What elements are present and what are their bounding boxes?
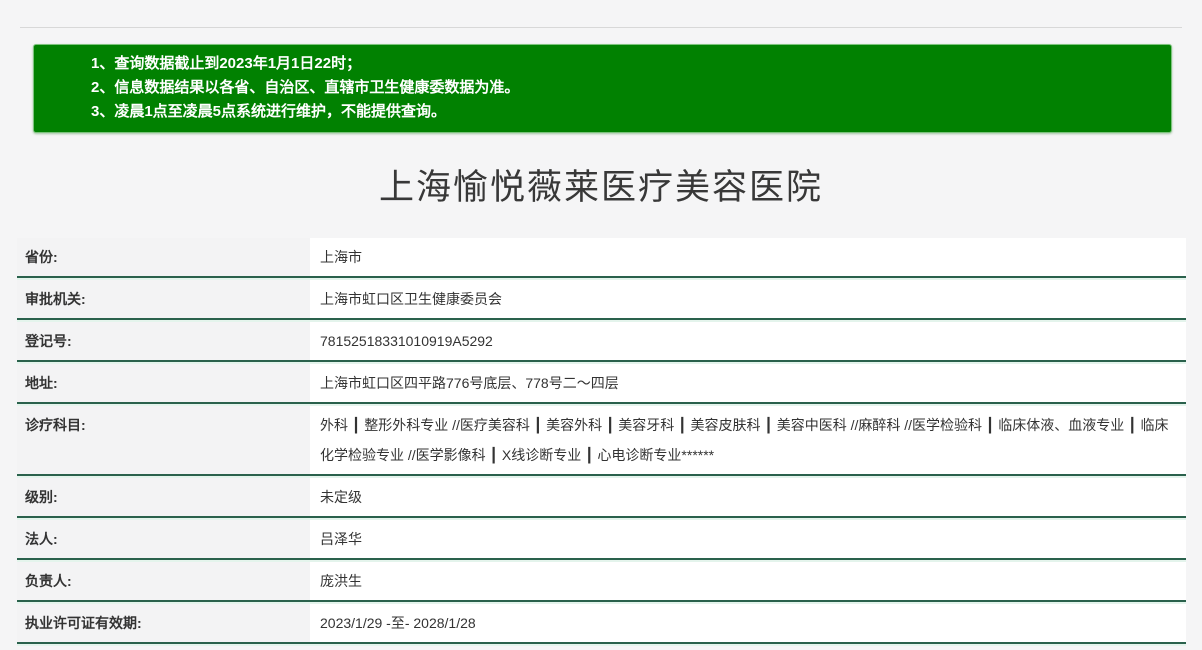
page-title: 上海愉悦薇莱医疗美容医院: [0, 163, 1202, 212]
table-row-address: 地址: 上海市虹口区四平路776号底层、778号二～四层: [17, 364, 1186, 402]
row-value: 78152518331010919A5292: [310, 322, 1186, 360]
institution-info-table: 省份: 上海市 审批机关: 上海市虹口区卫生健康委员会 登记号: 7815251…: [17, 238, 1186, 646]
table-row-person-in-charge: 负责人: 庞洪生: [17, 562, 1186, 600]
table-row-level: 级别: 未定级: [17, 478, 1186, 516]
row-value: 上海市: [310, 238, 1186, 276]
row-label: 省份:: [17, 238, 310, 276]
row-label: 地址:: [17, 364, 310, 402]
row-separator: [17, 642, 1186, 646]
header-divider: [20, 27, 1182, 28]
notice-line-3: 3、凌晨1点至凌晨5点系统进行维护，不能提供查询。: [91, 100, 1151, 124]
row-label: 执业许可证有效期:: [17, 604, 310, 642]
notice-line-1: 1、查询数据截止到2023年1月1日22时；: [91, 52, 1151, 76]
table-row-legal-person: 法人: 吕泽华: [17, 520, 1186, 558]
row-value: 庞洪生: [310, 562, 1186, 600]
row-value: 2023/1/29 -至- 2028/1/28: [310, 604, 1186, 642]
row-value: 上海市虹口区卫生健康委员会: [310, 280, 1186, 318]
table-row-license-validity: 执业许可证有效期: 2023/1/29 -至- 2028/1/28: [17, 604, 1186, 642]
table-row-approval-authority: 审批机关: 上海市虹口区卫生健康委员会: [17, 280, 1186, 318]
row-value: 吕泽华: [310, 520, 1186, 558]
table-row-registration-number: 登记号: 78152518331010919A5292: [17, 322, 1186, 360]
row-label: 负责人:: [17, 562, 310, 600]
row-label: 登记号:: [17, 322, 310, 360]
notice-banner: 1、查询数据截止到2023年1月1日22时； 2、信息数据结果以各省、自治区、直…: [33, 44, 1172, 133]
row-value: 上海市虹口区四平路776号底层、778号二～四层: [310, 364, 1186, 402]
row-label: 诊疗科目:: [17, 406, 310, 474]
row-label: 法人:: [17, 520, 310, 558]
row-label: 审批机关:: [17, 280, 310, 318]
table-row-province: 省份: 上海市: [17, 238, 1186, 276]
notice-line-2: 2、信息数据结果以各省、自治区、直辖市卫生健康委数据为准。: [91, 76, 1151, 100]
row-label: 级别:: [17, 478, 310, 516]
row-value: 未定级: [310, 478, 1186, 516]
row-value: 外科 ┃ 整形外科专业 //医疗美容科 ┃ 美容外科 ┃ 美容牙科 ┃ 美容皮肤…: [310, 406, 1186, 474]
table-row-medical-departments: 诊疗科目: 外科 ┃ 整形外科专业 //医疗美容科 ┃ 美容外科 ┃ 美容牙科 …: [17, 406, 1186, 474]
